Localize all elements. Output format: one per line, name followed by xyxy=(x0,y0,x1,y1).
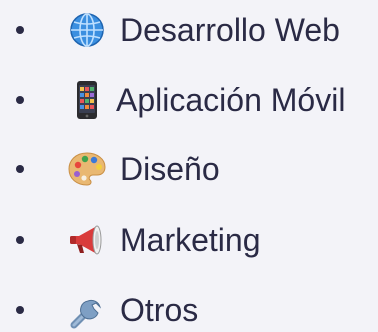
list-item-label: Diseño xyxy=(120,151,220,187)
list-item-label: Desarrollo Web xyxy=(120,12,340,48)
bullet-dot xyxy=(16,96,24,104)
category-list: Desarrollo Web Aplicación Móvil Diseño M… xyxy=(0,0,378,329)
list-item-label: Otros xyxy=(120,292,199,328)
megaphone-icon xyxy=(66,219,108,261)
list-item-aplicacion-movil[interactable]: Aplicación Móvil xyxy=(0,78,378,122)
list-item-label: Marketing xyxy=(120,222,261,258)
bullet-dot xyxy=(16,165,24,173)
list-item-otros[interactable]: Otros xyxy=(0,288,378,332)
globe-icon xyxy=(66,9,108,51)
list-item-desarrollo-web[interactable]: Desarrollo Web xyxy=(0,8,378,52)
bullet-dot xyxy=(16,236,24,244)
list-item-marketing[interactable]: Marketing xyxy=(0,218,378,262)
wrench-icon xyxy=(66,289,108,331)
mobile-phone-icon xyxy=(66,79,108,121)
bullet-dot xyxy=(16,26,24,34)
bullet-dot xyxy=(16,306,24,314)
palette-icon xyxy=(66,148,108,190)
list-item-diseno[interactable]: Diseño xyxy=(0,147,378,191)
list-item-label: Aplicación Móvil xyxy=(116,82,346,118)
